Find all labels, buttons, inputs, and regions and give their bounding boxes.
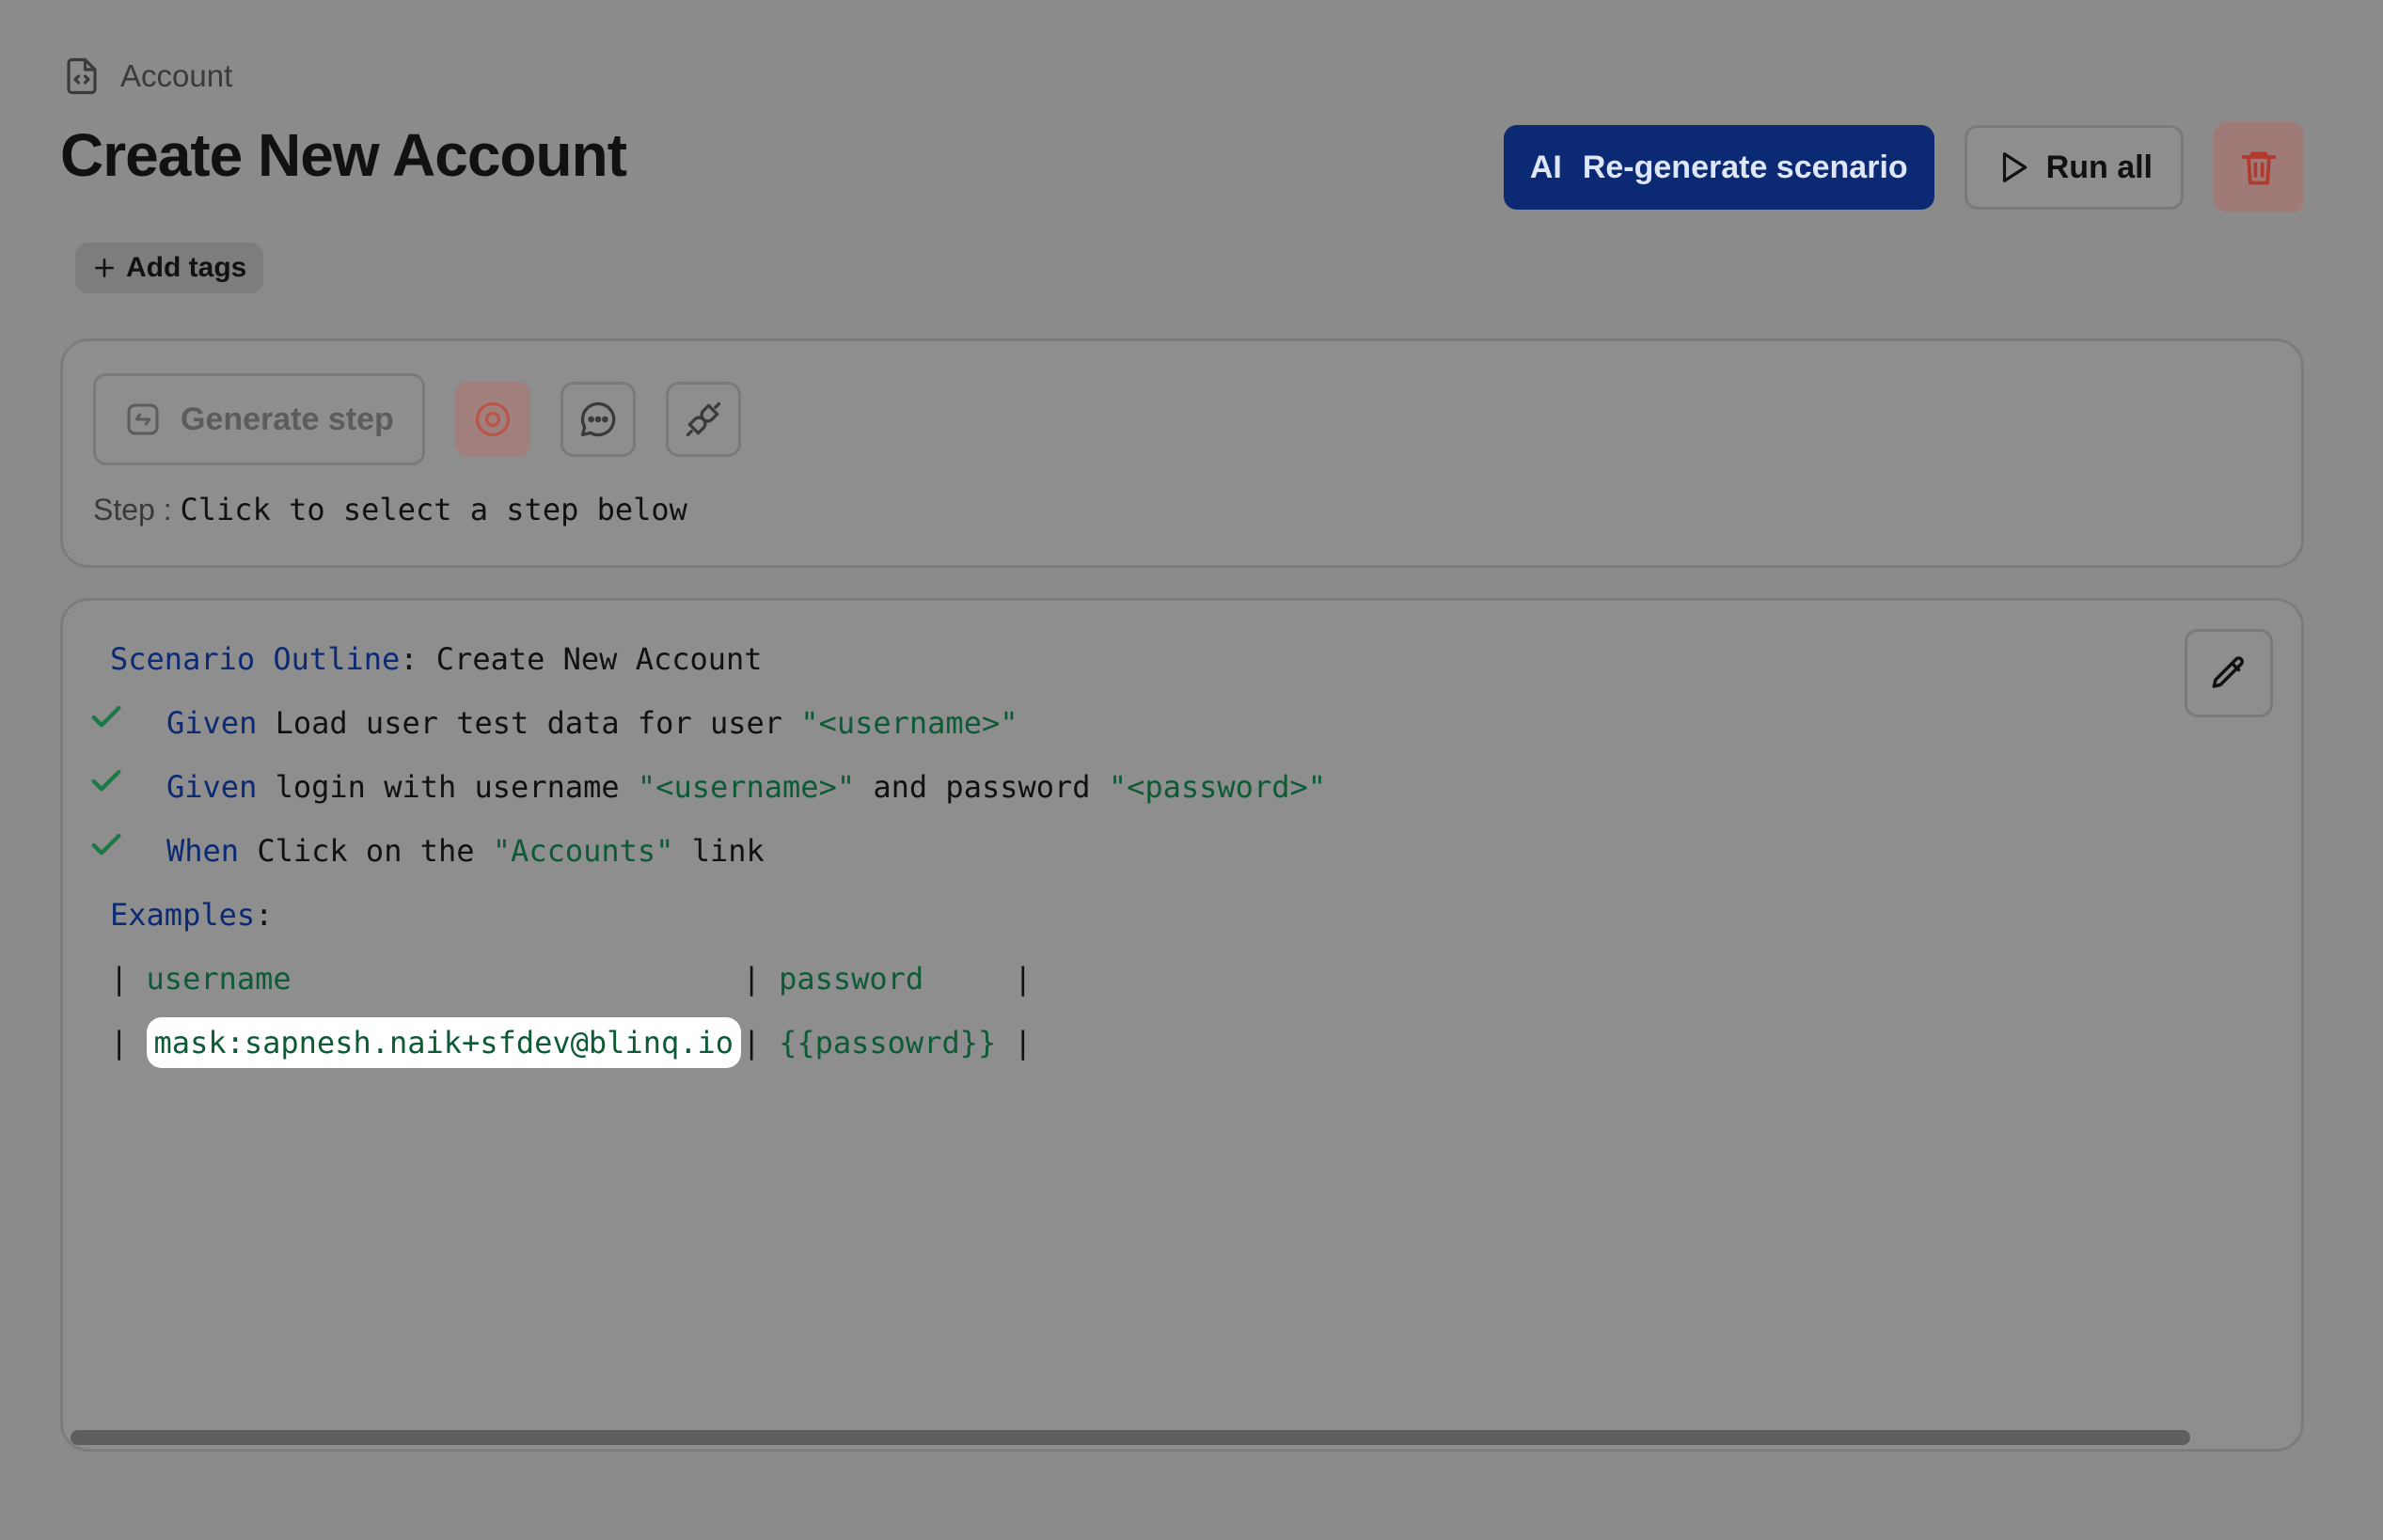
masked-username-cell[interactable]: mask:sapnesh.naik+sfdev@blinq.io <box>146 1017 742 1068</box>
trash-icon <box>2241 151 2277 185</box>
comment-button[interactable] <box>560 382 636 457</box>
step-text: login with username <box>257 769 638 805</box>
record-icon <box>475 401 510 437</box>
header-actions: AI Re-generate scenario Run all <box>1503 122 2304 212</box>
page-title: Create New Account <box>60 121 627 189</box>
generate-step-button[interactable]: Generate step <box>93 373 425 465</box>
check-icon <box>91 705 121 728</box>
edit-button[interactable] <box>2185 629 2273 717</box>
link-button[interactable] <box>665 382 741 457</box>
step-hint: Click to select a step below <box>180 492 687 527</box>
step-prefix: Step : <box>93 493 172 526</box>
add-tags-label: Add tags <box>126 252 247 283</box>
check-icon <box>91 833 121 856</box>
step-toolbar: Generate step <box>93 373 741 465</box>
run-all-button[interactable]: Run all <box>1964 125 2184 210</box>
selected-step: Step : Click to select a step below <box>93 492 687 527</box>
step-string: "<username>" <box>800 705 1018 741</box>
regenerate-label: Re-generate scenario <box>1582 149 1908 185</box>
outline-keyword: Scenario Outline <box>110 641 401 677</box>
table-cell[interactable]: {{passowrd}} <box>779 1025 1014 1061</box>
table-header-cell: username <box>146 961 292 997</box>
step-text: link <box>673 833 765 869</box>
step-panel: Generate step Step : Click to select a s… <box>60 338 2304 568</box>
delete-button[interactable] <box>2214 122 2304 212</box>
examples-keyword: Examples <box>110 897 256 933</box>
regenerate-scenario-button[interactable]: AI Re-generate scenario <box>1503 125 1934 210</box>
plus-icon <box>95 259 114 277</box>
step-text: Load user test data for user <box>257 705 801 741</box>
step-string: "<password>" <box>1108 769 1326 805</box>
record-button[interactable] <box>454 382 530 457</box>
scenario-outline-line[interactable]: Scenario Outline: Create New Account <box>110 631 763 687</box>
step-row[interactable]: Given login with username "<username>" a… <box>166 759 1326 815</box>
step-string: "<username>" <box>637 769 856 805</box>
step-text: and password <box>855 769 1109 805</box>
chat-bubble-icon <box>580 401 616 437</box>
scenario-editor[interactable]: Scenario Outline: Create New Account Giv… <box>60 598 2304 1452</box>
horizontal-scrollbar[interactable] <box>71 1430 2190 1445</box>
examples-line: Examples: <box>110 887 273 943</box>
table-header-cell: password <box>779 961 924 997</box>
step-text: Click on the <box>239 833 493 869</box>
plug-icon <box>686 401 720 437</box>
examples-data-row: | mask:sapnesh.naik+sfdev@blinq.io | {{pa… <box>110 1014 1032 1071</box>
examples-header-row: | username | password | <box>110 961 1033 997</box>
pencil-icon <box>2212 656 2244 688</box>
step-keyword: Given <box>166 705 258 741</box>
run-all-label: Run all <box>2045 149 2153 185</box>
breadcrumb[interactable]: Account <box>62 56 232 96</box>
file-code-icon <box>67 57 97 95</box>
generate-step-label: Generate step <box>181 401 394 437</box>
step-string: "Accounts" <box>492 833 674 869</box>
step-keyword: Given <box>166 769 258 805</box>
outline-colon: : <box>400 641 418 677</box>
step-row[interactable]: Given Load user test data for user "<use… <box>166 695 1018 751</box>
outline-name: Create New Account <box>418 641 763 677</box>
examples-colon: : <box>255 897 274 933</box>
sparkle-file-icon <box>127 403 159 435</box>
breadcrumb-label: Account <box>120 58 233 93</box>
play-icon <box>2002 152 2027 182</box>
ai-badge: AI <box>1529 149 1562 185</box>
step-keyword: When <box>166 833 240 869</box>
add-tags-button[interactable]: Add tags <box>75 243 264 293</box>
step-row[interactable]: When Click on the "Accounts" link <box>166 823 765 879</box>
check-icon <box>91 769 121 792</box>
